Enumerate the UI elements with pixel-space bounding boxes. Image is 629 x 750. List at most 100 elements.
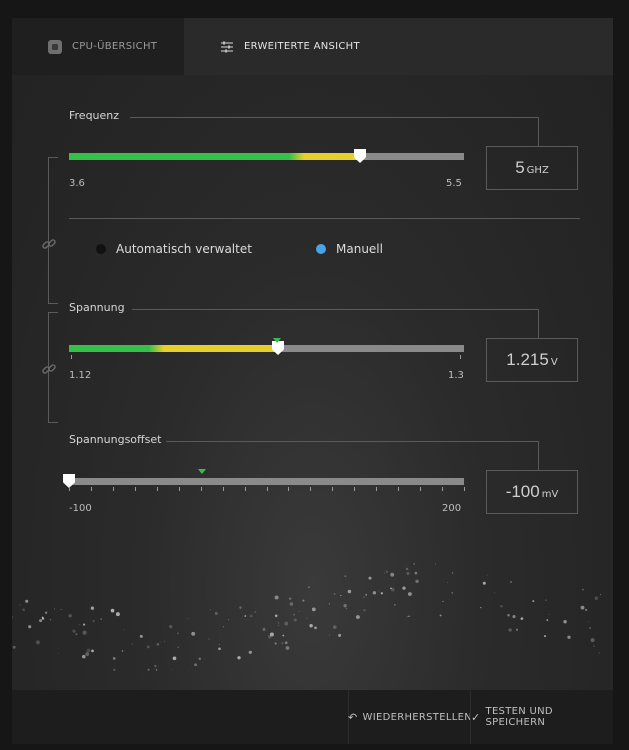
particle (508, 628, 512, 632)
particle (92, 619, 95, 623)
tick (223, 487, 224, 491)
particle (123, 629, 125, 631)
voltage-slider-thumb[interactable] (272, 341, 284, 355)
particle (510, 580, 512, 583)
particle (35, 640, 40, 645)
particle (599, 594, 601, 596)
particle (585, 608, 588, 611)
particle (194, 663, 197, 667)
particle (154, 664, 157, 668)
particle (451, 592, 453, 594)
voltage-offset-slider-thumb[interactable] (63, 474, 75, 488)
frequency-slider-track[interactable] (69, 149, 464, 163)
particle (544, 635, 546, 638)
particle (404, 564, 406, 566)
particle (171, 669, 173, 671)
particle (112, 657, 116, 660)
restore-button[interactable]: ↶ WIEDERHERSTELLEN (348, 690, 472, 744)
sliders-icon (220, 40, 234, 54)
voltage-offset-value-box[interactable]: -100 mV (486, 470, 578, 514)
particle (210, 609, 212, 611)
particle (82, 630, 87, 635)
particle (262, 627, 266, 631)
voltage-value: 1.215 (506, 350, 549, 369)
tick (420, 487, 421, 491)
tab-advanced-view[interactable]: ERWEITERTE ANSICHT (184, 18, 613, 75)
particle (507, 613, 510, 617)
particle (218, 643, 220, 645)
tick (113, 487, 114, 491)
particle (68, 614, 72, 618)
tick (71, 355, 72, 359)
section-line (538, 441, 539, 470)
particle (91, 649, 94, 653)
particle (414, 571, 418, 575)
tick (157, 487, 158, 491)
voltage-label: Spannung (69, 301, 125, 314)
voltage-slider-track[interactable] (69, 341, 464, 355)
particle (57, 652, 59, 654)
particle (293, 613, 295, 616)
frequency-min-label: 3.6 (69, 178, 85, 189)
particle (598, 652, 600, 654)
particle (131, 643, 134, 645)
particle (248, 650, 252, 654)
test-and-save-label: TESTEN UND SPEICHERN (485, 706, 553, 728)
particle (86, 648, 91, 653)
frequency-slider-thumb[interactable] (354, 149, 366, 163)
tick (464, 487, 465, 491)
radio-dot-selected (316, 244, 326, 254)
particle (163, 640, 165, 642)
voltage-slider-fill (69, 345, 278, 352)
particle (191, 631, 196, 636)
tick (332, 487, 333, 491)
tab-cpu-overview[interactable]: CPU-ÜBERSICHT (12, 18, 184, 75)
particle (39, 619, 43, 623)
particle (378, 590, 380, 592)
test-and-save-button[interactable]: ✓ TESTEN UND SPEICHERN (470, 690, 614, 744)
particle (451, 572, 453, 574)
particle (177, 646, 179, 648)
voltage-value-box[interactable]: 1.215 V (486, 338, 578, 382)
tick (69, 487, 70, 491)
tick (267, 487, 268, 491)
frequency-label: Frequenz (69, 109, 120, 122)
frequency-unit: GHZ (526, 165, 549, 176)
particle (53, 608, 55, 610)
bracket-line (48, 312, 58, 313)
particle (277, 625, 279, 626)
voltage-offset-slider-track[interactable] (63, 474, 464, 488)
particle (355, 615, 360, 619)
particle (347, 589, 352, 594)
radio-manual[interactable]: Manuell (316, 242, 383, 256)
particle (328, 603, 330, 605)
particle (594, 596, 599, 600)
section-line (132, 309, 539, 310)
frequency-value-box[interactable]: 5 GHZ (486, 146, 578, 190)
undo-icon: ↶ (348, 710, 358, 724)
particle (293, 618, 297, 622)
particle (49, 618, 52, 621)
section-line (538, 117, 539, 146)
particle (214, 611, 218, 615)
tab-advanced-view-label: ERWEITERTE ANSICHT (244, 41, 360, 52)
particle (311, 607, 316, 612)
particle (146, 645, 150, 649)
particle (25, 599, 29, 603)
radio-auto-managed[interactable]: Automatisch verwaltet (96, 242, 252, 256)
particle (394, 604, 396, 606)
particle (546, 619, 549, 622)
particle (249, 614, 253, 618)
recommended-marker (273, 338, 281, 343)
particle (237, 656, 241, 660)
section-line (538, 309, 539, 338)
particle (515, 628, 519, 631)
particle (413, 563, 415, 565)
particle (332, 625, 337, 629)
particle (208, 638, 210, 640)
particle (407, 592, 412, 596)
particle (308, 586, 310, 588)
cpu-chip-icon (48, 39, 62, 54)
particle (160, 641, 162, 643)
particle (274, 642, 277, 645)
